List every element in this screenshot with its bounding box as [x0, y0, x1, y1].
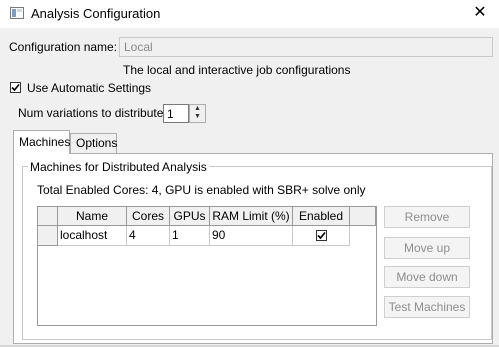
enabled-cores-summary: Total Enabled Cores: 4, GPU is enabled w…: [37, 183, 366, 197]
move-down-button[interactable]: Move down: [384, 266, 470, 288]
move-up-button[interactable]: Move up: [384, 237, 470, 259]
cell-ram-limit[interactable]: 90: [210, 226, 293, 246]
grid-corner: [38, 207, 58, 226]
row-header[interactable]: [38, 226, 58, 246]
column-header-gpus[interactable]: GPUs: [170, 207, 210, 226]
configuration-description: The local and interactive job configurat…: [123, 63, 351, 77]
machines-group-title: Machines for Distributed Analysis: [28, 160, 209, 174]
spin-up-icon[interactable]: ▲: [190, 105, 205, 113]
column-header-ram-limit[interactable]: RAM Limit (%): [210, 207, 293, 226]
num-variations-label: Num variations to distribute:: [18, 106, 167, 120]
column-header-filler: [350, 207, 376, 226]
tab-machines-label: Machines: [19, 135, 71, 149]
num-variations-stepper[interactable]: ▲ ▼: [189, 104, 206, 123]
column-header-enabled[interactable]: Enabled: [293, 207, 350, 226]
close-icon[interactable]: ✕: [469, 3, 491, 23]
num-variations-value: 1: [167, 107, 174, 121]
cell-enabled[interactable]: [293, 226, 350, 246]
tab-machines[interactable]: Machines: [13, 130, 70, 154]
machines-grid[interactable]: Name Cores GPUs RAM Limit (%) Enabled lo…: [37, 206, 377, 326]
cell-gpus[interactable]: 1: [170, 226, 210, 246]
use-automatic-settings-label: Use Automatic Settings: [27, 81, 152, 95]
app-icon: [10, 7, 24, 19]
window-title: Analysis Configuration: [31, 6, 161, 21]
configuration-name-label: Configuration name:: [9, 40, 118, 54]
column-header-cores[interactable]: Cores: [127, 207, 170, 226]
use-automatic-settings-checkbox[interactable]: [10, 82, 21, 93]
configuration-name-value: Local: [124, 40, 153, 54]
cell-cores[interactable]: 4: [127, 226, 170, 246]
column-header-name[interactable]: Name: [58, 207, 127, 226]
test-machines-button[interactable]: Test Machines: [384, 296, 470, 318]
checkmark-icon: [11, 83, 20, 92]
checkmark-icon: [317, 231, 326, 240]
configuration-name-field[interactable]: Local: [119, 37, 493, 57]
tab-options-label: Options: [76, 136, 118, 150]
remove-button[interactable]: Remove: [384, 206, 470, 228]
num-variations-input[interactable]: 1: [163, 104, 189, 123]
cell-machine-name[interactable]: localhost: [58, 226, 127, 246]
tab-options[interactable]: Options: [70, 133, 117, 153]
spin-down-icon[interactable]: ▼: [190, 113, 205, 121]
enabled-checkbox[interactable]: [316, 230, 327, 241]
